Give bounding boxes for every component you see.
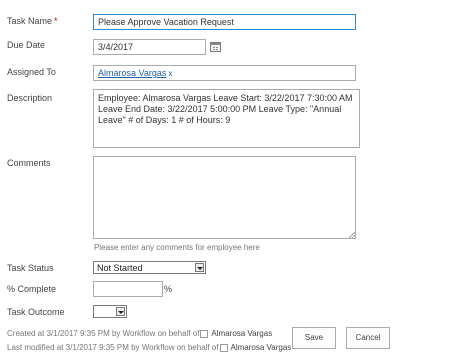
created-info: Created at 3/1/2017 9:35 PM by Workflow … [7, 329, 272, 338]
task-name-label: Task Name * [7, 16, 58, 26]
task-outcome-label: Task Outcome [7, 307, 65, 317]
description-field[interactable]: Employee: Almarosa Vargas Leave Start: 3… [93, 89, 360, 148]
due-date-label: Due Date [7, 40, 46, 50]
percent-complete-input[interactable] [93, 281, 163, 297]
task-edit-form: Task Name * Please Approve Vacation Reque… [0, 0, 474, 363]
save-button[interactable]: Save [292, 327, 336, 349]
dropdown-arrow-icon [195, 263, 204, 272]
percent-unit: % [164, 284, 173, 294]
assigned-to-label: Assigned To [7, 67, 56, 77]
created-prefix: Created at 3/1/2017 9:35 PM by Workflow … [7, 329, 200, 338]
comments-hint: Please enter any comments for employee h… [94, 243, 260, 252]
cancel-button[interactable]: Cancel [346, 327, 390, 349]
assigned-to-field[interactable]: Almarosa Vargas x [93, 65, 356, 81]
dropdown-arrow-icon [116, 307, 125, 316]
task-name-input[interactable]: Please Approve Vacation Request [93, 14, 356, 30]
modified-by-name[interactable]: Almarosa Vargas [231, 343, 292, 352]
calendar-icon[interactable] [210, 42, 221, 52]
comments-label: Comments [7, 158, 51, 168]
created-by-name[interactable]: Almarosa Vargas [211, 329, 272, 338]
description-label: Description [7, 93, 53, 103]
remove-person-icon[interactable]: x [168, 69, 172, 78]
percent-complete-label: % Complete [7, 284, 57, 294]
task-outcome-select[interactable] [93, 305, 127, 318]
required-marker: * [54, 16, 58, 26]
task-name-label-text: Task Name [7, 16, 53, 26]
presence-icon [219, 343, 228, 352]
task-status-label: Task Status [7, 263, 54, 273]
task-status-value: Not Started [97, 263, 143, 273]
assigned-person-link[interactable]: Almarosa Vargas [98, 68, 166, 78]
presence-icon [200, 329, 209, 338]
comments-textarea[interactable] [93, 156, 356, 239]
due-date-input[interactable]: 3/4/2017 [93, 39, 206, 55]
modified-prefix: Last modified at 3/1/2017 9:35 PM by Wor… [7, 343, 219, 352]
resize-grip-icon[interactable] [349, 232, 355, 238]
task-status-select[interactable]: Not Started [93, 261, 206, 274]
modified-info: Last modified at 3/1/2017 9:35 PM by Wor… [7, 343, 291, 352]
